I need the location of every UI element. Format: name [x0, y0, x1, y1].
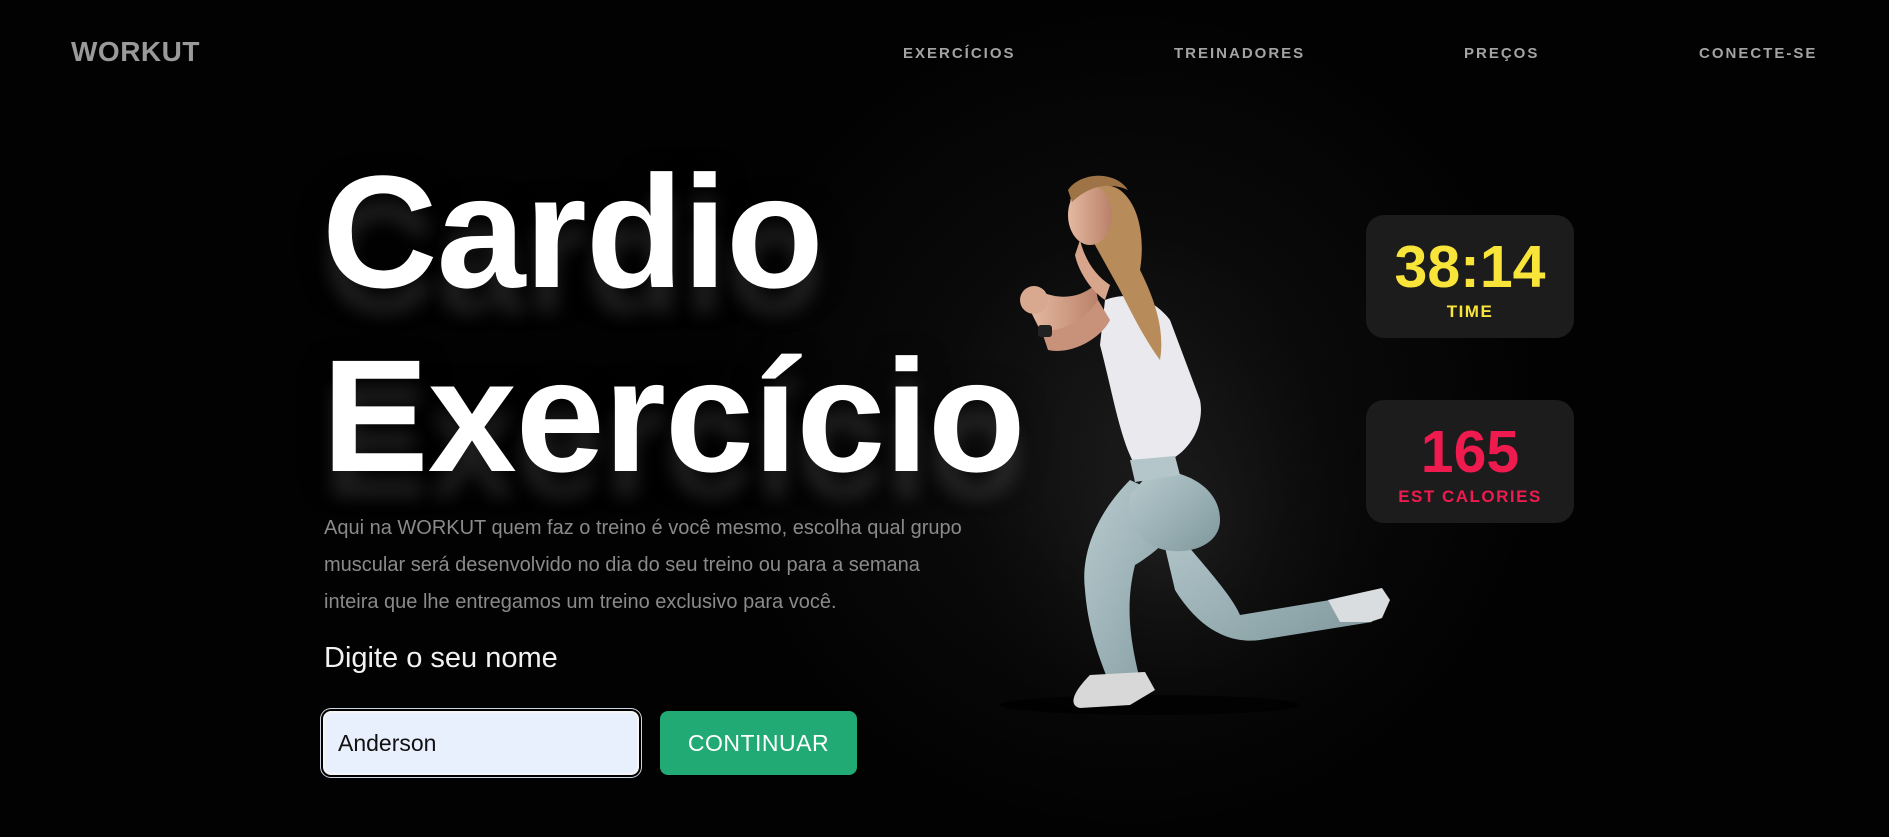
landing-page: WORKUT EXERCÍCIOS TREINADORES PREÇOS CON… [0, 0, 1889, 837]
calories-stat-card: 165 EST CALORIES [1366, 400, 1574, 523]
main-nav: EXERCÍCIOS TREINADORES PREÇOS CONECTE-SE [0, 45, 1889, 65]
name-field-label: Digite o seu nome [324, 642, 558, 674]
nav-link-exercicios[interactable]: EXERCÍCIOS [903, 45, 1016, 62]
name-input[interactable] [323, 711, 639, 775]
continue-button[interactable]: CONTINUAR [660, 711, 857, 775]
time-label: TIME [1446, 302, 1494, 321]
hero-title-line1: Cardio [322, 142, 824, 321]
hero-title-line2: Exercício [322, 326, 1026, 505]
calories-value: 165 [1420, 419, 1520, 485]
nav-link-precos[interactable]: PREÇOS [1464, 45, 1539, 62]
hero-description: Aqui na WORKUT quem faz o treino é você … [324, 517, 962, 613]
nav-link-treinadores[interactable]: TREINADORES [1174, 45, 1305, 62]
time-stat-card: 38:14 TIME [1366, 215, 1574, 338]
nav-link-conecte-se[interactable]: CONECTE-SE [1699, 45, 1817, 62]
calories-label: EST CALORIES [1398, 487, 1542, 506]
time-value: 38:14 [1394, 234, 1546, 300]
